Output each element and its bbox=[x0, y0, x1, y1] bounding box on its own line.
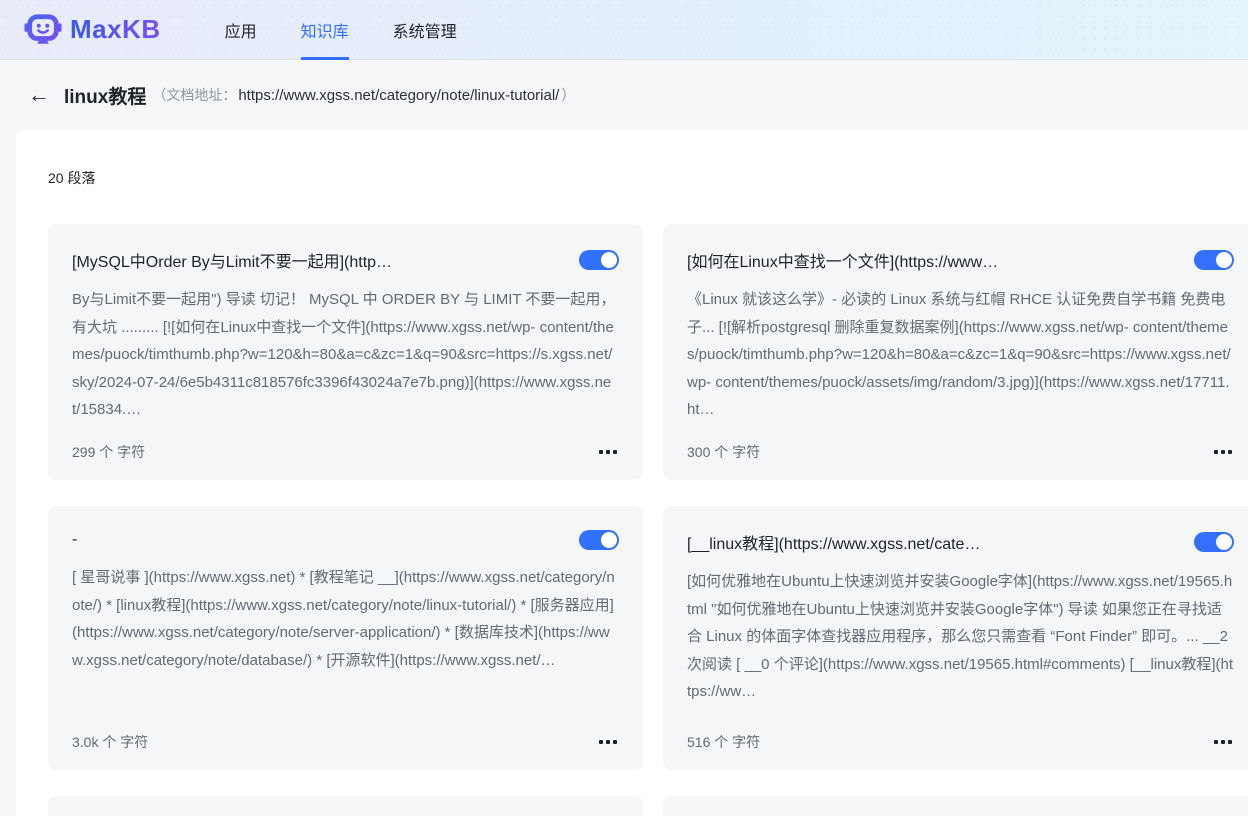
card-header: [__linux教程](https://www.xgss.net/cate… bbox=[687, 530, 1234, 554]
card-title: [__linux教程](https://www.xgss.net/cate… bbox=[687, 536, 981, 553]
top-nav: MaxKB 应用 知识库 系统管理 bbox=[0, 0, 1248, 60]
card-footer: 516 个 字符 bbox=[687, 732, 1234, 752]
paragraph-card-partial[interactable] bbox=[48, 796, 643, 816]
card-title: - bbox=[72, 531, 78, 548]
document-header: ← linux教程 （文档地址： https://www.xgss.net/ca… bbox=[0, 60, 1248, 130]
more-menu-icon[interactable] bbox=[1212, 736, 1234, 748]
card-header: [MySQL中Order By与Limit不要一起用](http… bbox=[72, 248, 619, 272]
more-menu-icon[interactable] bbox=[597, 446, 619, 458]
doc-address-prefix: （文档地址： bbox=[152, 87, 237, 103]
paragraph-card[interactable]: - [ 星哥说事 ](https://www.xgss.net) * [教程笔记… bbox=[48, 506, 643, 770]
logo-text: MaxKB bbox=[70, 14, 161, 44]
paragraph-enabled-toggle[interactable] bbox=[579, 250, 619, 270]
card-header: - bbox=[72, 530, 619, 550]
card-body-text: [ 星哥说事 ](https://www.xgss.net) * [教程笔记 _… bbox=[72, 569, 615, 669]
char-count: 300 个 字符 bbox=[687, 444, 761, 460]
paragraph-card[interactable]: [如何在Linux中查找一个文件](https://www… 《Linux 就该… bbox=[663, 224, 1248, 480]
paragraph-card[interactable]: [__linux教程](https://www.xgss.net/cate… [… bbox=[663, 506, 1248, 770]
maxkb-logo[interactable]: MaxKB bbox=[24, 11, 161, 49]
doc-address-suffix: ） bbox=[561, 87, 576, 103]
card-footer: 3.0k 个 字符 bbox=[72, 732, 619, 752]
more-menu-icon[interactable] bbox=[597, 736, 619, 748]
card-title: [如何在Linux中查找一个文件](https://www… bbox=[687, 254, 999, 271]
card-body-text: By与Limit不要一起用") 导读 切记！ MySQL 中 ORDER BY … bbox=[72, 291, 616, 418]
card-title: [MySQL中Order By与Limit不要一起用](http… bbox=[72, 254, 393, 271]
nav-tabs: 应用 知识库 系统管理 bbox=[225, 0, 457, 60]
paragraph-card-partial[interactable] bbox=[663, 796, 1248, 816]
char-count: 299 个 字符 bbox=[72, 444, 146, 460]
doc-address-url: https://www.xgss.net/category/note/linux… bbox=[238, 87, 560, 104]
paragraph-grid: [MySQL中Order By与Limit不要一起用](http… By与Lim… bbox=[48, 224, 1248, 816]
main-panel: 20 段落 [MySQL中Order By与Limit不要一起用](http… … bbox=[16, 130, 1248, 816]
tab-applications[interactable]: 应用 bbox=[225, 0, 257, 60]
card-body-text: 《Linux 就该这么学》- 必读的 Linux 系统与红帽 RHCE 认证免费… bbox=[687, 291, 1231, 418]
paragraph-count: 20 段落 bbox=[48, 170, 96, 186]
paragraph-enabled-toggle[interactable] bbox=[1194, 250, 1234, 270]
card-body-text: [如何优雅地在Ubuntu上快速浏览并安装Google字体](https://w… bbox=[687, 573, 1234, 700]
document-address: （文档地址： https://www.xgss.net/category/not… bbox=[152, 85, 575, 105]
tab-system-management[interactable]: 系统管理 bbox=[393, 0, 457, 60]
card-footer: 299 个 字符 bbox=[72, 442, 619, 462]
document-title: linux教程 bbox=[64, 86, 147, 108]
paragraph-card[interactable]: [MySQL中Order By与Limit不要一起用](http… By与Lim… bbox=[48, 224, 643, 480]
paragraph-enabled-toggle[interactable] bbox=[1194, 532, 1234, 552]
char-count: 516 个 字符 bbox=[687, 734, 761, 750]
card-header: [如何在Linux中查找一个文件](https://www… bbox=[687, 248, 1234, 272]
back-arrow-icon[interactable]: ← bbox=[28, 84, 50, 106]
robot-logo-icon bbox=[24, 11, 62, 49]
more-menu-icon[interactable] bbox=[1212, 446, 1234, 458]
tab-knowledge-base[interactable]: 知识库 bbox=[300, 0, 349, 60]
card-footer: 300 个 字符 bbox=[687, 442, 1234, 462]
paragraph-enabled-toggle[interactable] bbox=[579, 530, 619, 550]
char-count: 3.0k 个 字符 bbox=[72, 734, 149, 750]
